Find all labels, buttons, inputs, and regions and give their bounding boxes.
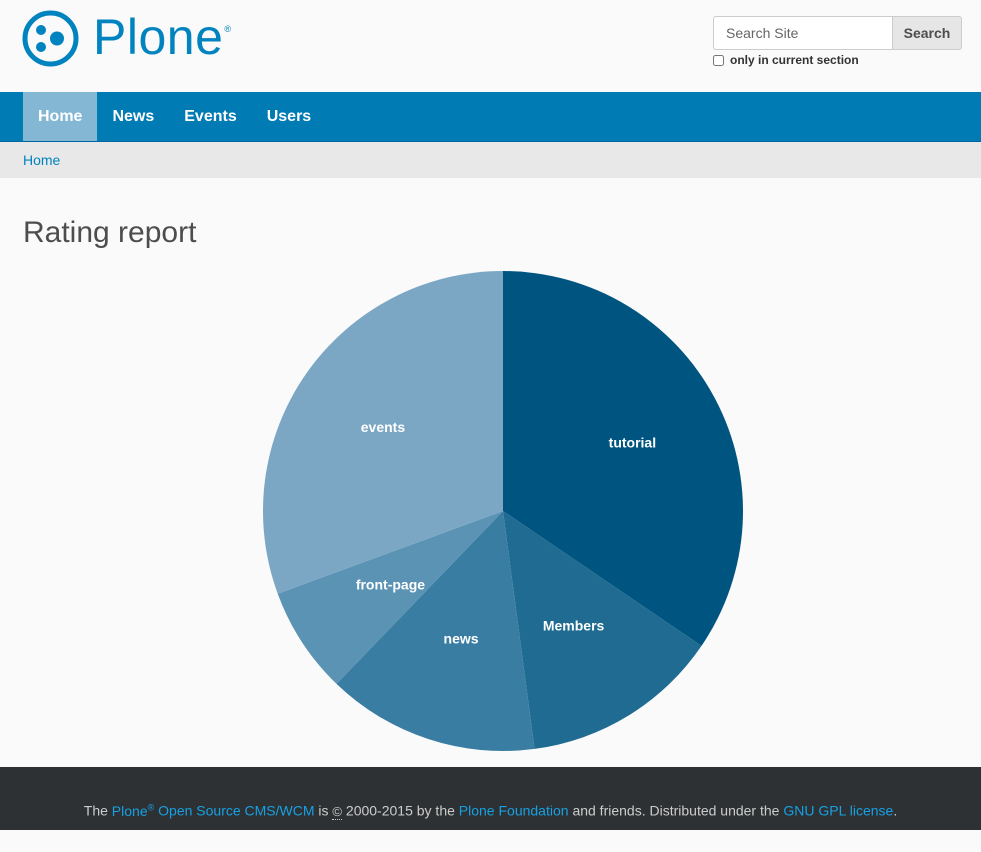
site-header: Plone® Search only in current section (0, 0, 981, 92)
footer-plone-link[interactable]: Plone® (112, 802, 154, 819)
footer-foundation-link[interactable]: Plone Foundation (459, 803, 569, 819)
main-navigation: Home News Events Users (0, 92, 981, 142)
copyright-symbol: © (332, 803, 343, 820)
rating-pie-chart: tutorial Members news front-page events (263, 271, 743, 751)
footer-license-link[interactable]: GNU GPL license (783, 803, 893, 819)
pie-label-Members: Members (543, 617, 605, 633)
logo-registered-mark: ® (224, 23, 232, 34)
breadcrumb: Home (0, 142, 981, 178)
nav-item-events[interactable]: Events (169, 92, 251, 141)
pie-label-front-page: front-page (356, 576, 425, 592)
footer-is: is (318, 802, 329, 819)
search-button[interactable]: Search (892, 16, 962, 50)
footer-years: 2000-2015 by the (345, 802, 455, 819)
footer-oss-link[interactable]: Open Source CMS/WCM (158, 803, 314, 819)
search-box: Search (713, 16, 962, 50)
pie-label-tutorial: tutorial (609, 434, 656, 450)
search-input[interactable] (713, 16, 892, 50)
current-section-checkbox[interactable] (713, 54, 724, 66)
current-section-label: only in current section (730, 53, 859, 67)
site-logo[interactable]: Plone® (22, 10, 232, 67)
nav-item-home[interactable]: Home (23, 92, 98, 141)
breadcrumb-home-link[interactable]: Home (23, 152, 60, 168)
page-title: Rating report (23, 216, 197, 249)
site-footer: The Plone® Open Source CMS/WCM is © 2000… (0, 767, 981, 830)
nav-item-news[interactable]: News (97, 92, 169, 141)
footer-friends: and friends. Distributed under the (572, 802, 780, 819)
footer-period: . (893, 802, 898, 819)
logo-text: Plone® (93, 12, 232, 62)
pie-label-events: events (361, 419, 406, 435)
footer-the: The (83, 802, 108, 819)
nav-item-users[interactable]: Users (252, 92, 326, 141)
plone-logo-icon (22, 10, 79, 67)
logo-wordmark: Plone (93, 8, 224, 65)
pie-label-news: news (444, 631, 479, 647)
search-section-option: only in current section (713, 53, 859, 67)
